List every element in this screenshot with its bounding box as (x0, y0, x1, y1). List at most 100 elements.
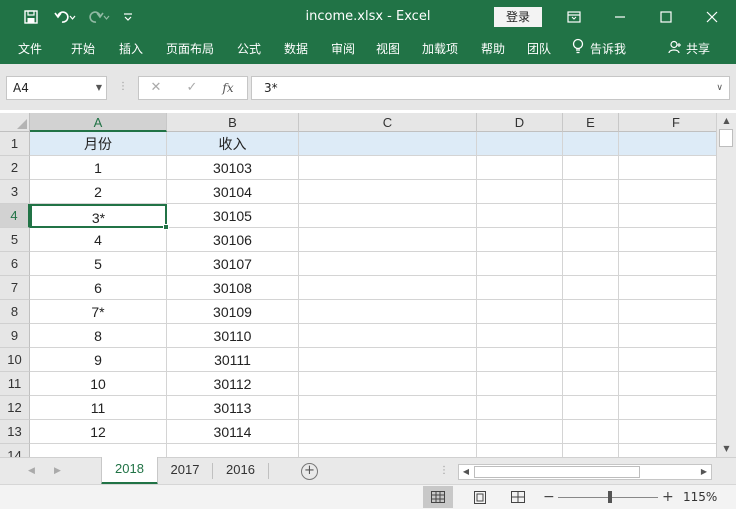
row-header[interactable]: 1 (0, 132, 30, 156)
cell[interactable]: 30114 (167, 420, 299, 444)
cell[interactable]: 月份 (30, 132, 167, 156)
cell[interactable]: 30108 (167, 276, 299, 300)
page-break-preview-icon[interactable] (503, 486, 533, 508)
cell[interactable] (619, 132, 716, 156)
formula-bar-grip-icon[interactable]: ⋮ (118, 76, 128, 100)
select-all-corner[interactable] (0, 113, 30, 132)
cell[interactable] (563, 204, 619, 228)
cell[interactable]: 9 (30, 348, 167, 372)
cell[interactable] (477, 300, 563, 324)
tab-page-layout[interactable]: 页面布局 (166, 34, 214, 64)
cell[interactable] (619, 300, 716, 324)
cell[interactable] (299, 420, 477, 444)
cell[interactable]: 30110 (167, 324, 299, 348)
cell[interactable] (477, 252, 563, 276)
cell[interactable] (167, 444, 299, 457)
cell[interactable]: 11 (30, 396, 167, 420)
row-header[interactable]: 3 (0, 180, 30, 204)
column-header-d[interactable]: D (477, 113, 563, 132)
tab-review[interactable]: 审阅 (331, 34, 355, 64)
cell[interactable] (299, 300, 477, 324)
cell[interactable]: 30104 (167, 180, 299, 204)
column-header-f[interactable]: F (619, 113, 716, 132)
row-header[interactable]: 4 (0, 204, 30, 228)
cell[interactable] (30, 444, 167, 457)
horizontal-scrollbar[interactable]: ◀ ▶ (458, 464, 712, 480)
scroll-left-icon[interactable]: ◀ (459, 465, 473, 479)
cell[interactable] (619, 396, 716, 420)
cell[interactable]: 12 (30, 420, 167, 444)
zoom-out-icon[interactable]: − (543, 485, 555, 509)
login-button[interactable]: 登录 (494, 7, 542, 27)
cell[interactable] (477, 276, 563, 300)
cell[interactable] (299, 396, 477, 420)
cell[interactable] (563, 132, 619, 156)
row-header[interactable]: 6 (0, 252, 30, 276)
sheet-tab-2016[interactable]: 2016 (213, 458, 268, 484)
row-header[interactable]: 13 (0, 420, 30, 444)
tab-insert[interactable]: 插入 (119, 34, 143, 64)
tab-data[interactable]: 数据 (284, 34, 308, 64)
formula-input[interactable]: 3* ∨ (251, 76, 730, 100)
cell[interactable] (299, 180, 477, 204)
cell[interactable] (619, 180, 716, 204)
cell[interactable]: 4 (30, 228, 167, 252)
cell[interactable] (299, 204, 477, 228)
cell[interactable] (477, 444, 563, 457)
tab-add-ins[interactable]: 加载项 (422, 34, 458, 64)
column-header-c[interactable]: C (299, 113, 477, 132)
cell[interactable] (619, 372, 716, 396)
zoom-slider-knob[interactable] (608, 491, 612, 503)
scroll-down-icon[interactable]: ▼ (717, 441, 736, 457)
row-header[interactable]: 7 (0, 276, 30, 300)
cell[interactable]: 30107 (167, 252, 299, 276)
insert-function-icon[interactable]: fx (213, 77, 243, 99)
active-cell[interactable]: 3* (30, 204, 167, 228)
cell[interactable] (619, 420, 716, 444)
cell[interactable] (477, 420, 563, 444)
cell[interactable] (299, 324, 477, 348)
column-header-b[interactable]: B (167, 113, 299, 132)
tab-split-grip-icon[interactable]: ⋮ (439, 458, 449, 484)
tab-help[interactable]: 帮助 (481, 34, 505, 64)
cell[interactable] (563, 300, 619, 324)
cell[interactable]: 30106 (167, 228, 299, 252)
cell[interactable] (619, 156, 716, 180)
save-icon[interactable] (20, 0, 42, 34)
vertical-scroll-thumb[interactable] (719, 129, 733, 147)
horizontal-scroll-thumb[interactable] (474, 466, 640, 478)
cell[interactable] (477, 204, 563, 228)
cell[interactable]: 30112 (167, 372, 299, 396)
cell[interactable]: 10 (30, 372, 167, 396)
close-icon[interactable] (689, 0, 735, 34)
cell[interactable] (619, 204, 716, 228)
sheet-tab-2017[interactable]: 2017 (158, 458, 212, 484)
next-sheet-icon[interactable]: ▶ (54, 458, 61, 484)
cell[interactable] (299, 156, 477, 180)
cell[interactable] (619, 444, 716, 457)
cell[interactable] (477, 372, 563, 396)
scroll-right-icon[interactable]: ▶ (697, 465, 711, 479)
cell[interactable] (299, 228, 477, 252)
customize-toolbar-icon[interactable] (120, 0, 136, 34)
enter-icon[interactable]: ✓ (177, 77, 207, 99)
row-header[interactable]: 2 (0, 156, 30, 180)
cell[interactable]: 2 (30, 180, 167, 204)
cell[interactable] (477, 156, 563, 180)
row-header[interactable]: 10 (0, 348, 30, 372)
fill-handle[interactable] (163, 224, 169, 230)
vertical-scrollbar[interactable]: ▲ ▼ (716, 113, 736, 457)
cell[interactable] (563, 420, 619, 444)
cell[interactable] (477, 348, 563, 372)
tab-team[interactable]: 团队 (527, 34, 551, 64)
normal-view-icon[interactable] (423, 486, 453, 508)
row-header[interactable]: 12 (0, 396, 30, 420)
cancel-icon[interactable]: ✕ (141, 77, 171, 99)
minimize-icon[interactable] (597, 0, 643, 34)
prev-sheet-icon[interactable]: ◀ (28, 458, 35, 484)
cell[interactable]: 8 (30, 324, 167, 348)
cell[interactable] (477, 396, 563, 420)
cell[interactable]: 1 (30, 156, 167, 180)
cell[interactable] (299, 252, 477, 276)
cell[interactable]: 7* (30, 300, 167, 324)
